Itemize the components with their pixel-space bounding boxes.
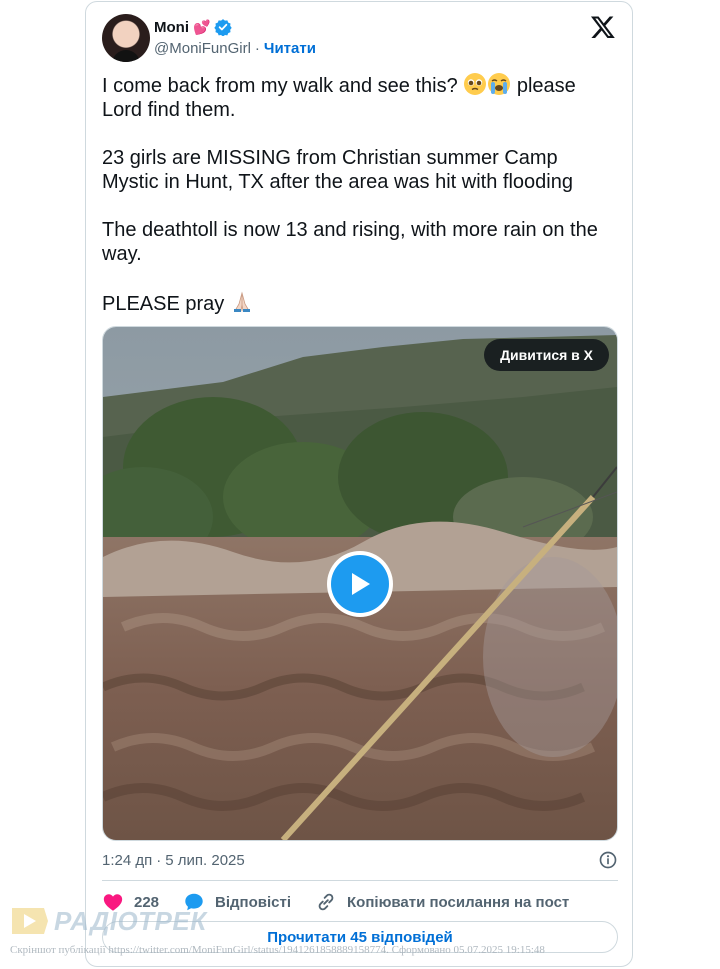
watermark-caption: Скріншот публікації https://twitter.com/…	[10, 944, 545, 956]
author-name-row: Moni 💕	[154, 18, 233, 36]
tweet-paragraph-4: PLEASE pray	[102, 290, 618, 316]
folded-hands-icon	[233, 291, 250, 312]
divider	[102, 880, 618, 881]
tweet-time: 1:24 дп	[102, 851, 153, 869]
tweet-header: Moni 💕 @MoniFunGirl · Читати	[102, 14, 616, 64]
handle-separator: ·	[254, 40, 260, 57]
info-icon[interactable]	[598, 850, 618, 870]
tweet-paragraph-2: 23 girls are MISSING from Christian summ…	[102, 147, 573, 193]
copy-link-label: Копіювати посилання на пост	[347, 893, 570, 911]
tweet-date: 5 лип. 2025	[165, 851, 245, 869]
author-name[interactable]: Moni	[154, 19, 189, 36]
watermark-logo: РАДІОТРЕК	[10, 904, 207, 938]
two-hearts-icon: 💕	[193, 19, 211, 35]
tweet-paragraph-3: The deathtoll is now 13 and rising, with…	[102, 219, 598, 265]
reply-label: Відповісті	[215, 893, 292, 911]
avatar[interactable]	[102, 14, 150, 62]
x-logo-icon[interactable]	[590, 14, 616, 40]
verified-badge-icon	[214, 19, 233, 36]
tweet-date-separator: ·	[156, 851, 162, 869]
watermark-brand: РАДІОТРЕК	[54, 905, 207, 936]
link-icon	[318, 893, 334, 911]
author-handle[interactable]: @MoniFunGirl	[154, 40, 251, 57]
tweet-text-part: I come back from my walk and see this?	[102, 75, 458, 97]
pleading-face-icon	[464, 73, 487, 95]
handle-row: @MoniFunGirl · Читати	[154, 40, 316, 57]
loudly-crying-face-icon	[488, 73, 511, 95]
video-media[interactable]: Дивитися в X	[102, 326, 618, 841]
tweet-card: Moni 💕 @MoniFunGirl · Читати I come back…	[85, 1, 633, 967]
tweet-text-part: PLEASE pray	[102, 293, 225, 315]
watch-on-x-button[interactable]: Дивитися в X	[484, 339, 609, 371]
tweet-text: I come back from my walk and see this? p…	[102, 72, 618, 316]
play-button[interactable]	[327, 551, 393, 617]
tweet-paragraph-1: I come back from my walk and see this? p…	[102, 72, 618, 122]
copy-link-button[interactable]: Копіювати посилання на пост	[315, 891, 569, 913]
tweet-timestamp[interactable]: 1:24 дп · 5 лип. 2025	[102, 850, 618, 870]
follow-button[interactable]: Читати	[264, 40, 316, 57]
play-icon	[331, 555, 389, 613]
radiotrek-logo-icon	[12, 908, 48, 934]
